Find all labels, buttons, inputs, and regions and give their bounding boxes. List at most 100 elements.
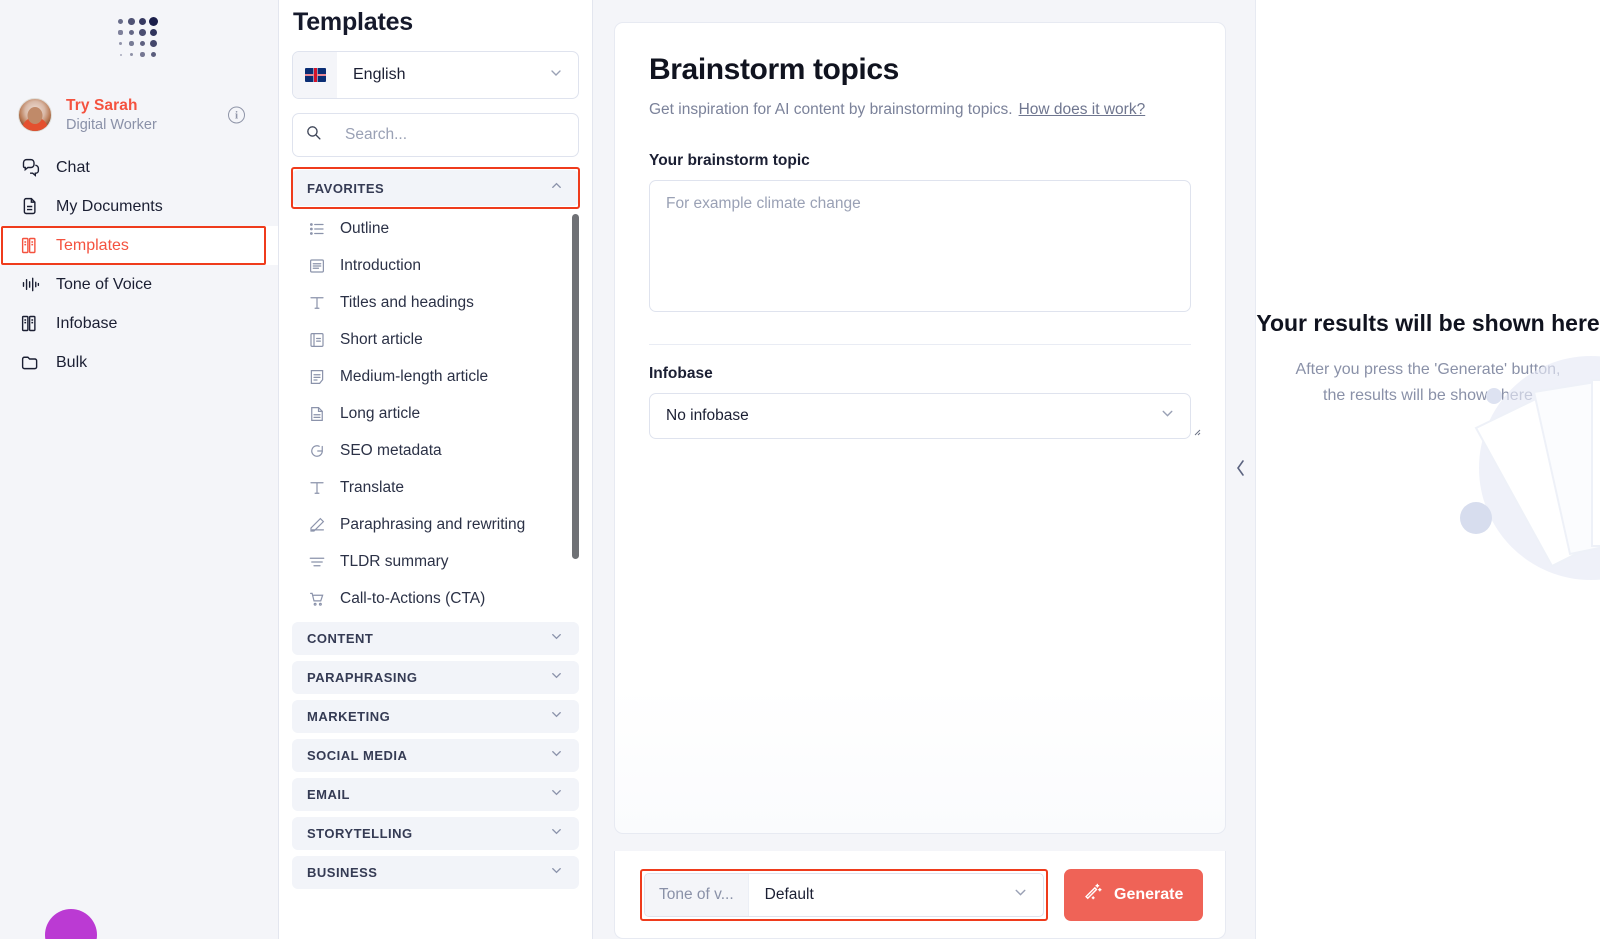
chevron-down-icon bbox=[549, 863, 564, 883]
how-does-it-work-link[interactable]: How does it work? bbox=[1019, 101, 1146, 118]
user-role: Digital Worker bbox=[66, 117, 157, 134]
seo-circle-icon bbox=[306, 442, 328, 460]
category-paraphrasing[interactable]: PARAPHRASING bbox=[292, 661, 579, 694]
page-subtitle: Get inspiration for AI content by brains… bbox=[649, 101, 1191, 119]
category-email[interactable]: EMAIL bbox=[292, 778, 579, 811]
action-bar: Tone of v... Default Generate bbox=[614, 851, 1226, 939]
chevron-down-icon bbox=[549, 668, 564, 688]
info-icon[interactable]: i bbox=[228, 106, 245, 124]
chevron-down-icon bbox=[549, 746, 564, 766]
tone-of-voice-prefix: Tone of v... bbox=[645, 873, 749, 916]
pencil-icon bbox=[306, 516, 328, 534]
tone-of-voice-value: Default bbox=[764, 885, 814, 903]
category-label: MARKETING bbox=[307, 709, 391, 724]
category-social-media[interactable]: SOCIAL MEDIA bbox=[292, 739, 579, 772]
main-content: Brainstorm topics Get inspiration for AI… bbox=[593, 0, 1600, 939]
list-item[interactable]: Outline bbox=[292, 210, 579, 247]
list-item-label: Translate bbox=[340, 478, 405, 496]
chevron-left-icon bbox=[1234, 457, 1248, 483]
sidebar-nav: Chat My Documents Templates Tone of Voic… bbox=[0, 148, 278, 382]
category-label: STORYTELLING bbox=[307, 826, 413, 841]
topic-field-label: Your brainstorm topic bbox=[649, 152, 810, 169]
sidebar-item-templates[interactable]: Templates bbox=[0, 226, 278, 265]
language-selector[interactable]: English bbox=[292, 51, 579, 99]
sidebar-item-label: Infobase bbox=[56, 314, 118, 332]
chevron-down-icon bbox=[549, 785, 564, 805]
shopping-cart-icon bbox=[306, 590, 328, 608]
list-item-label: TLDR summary bbox=[340, 552, 449, 570]
results-panel: Your results will be shown here After yo… bbox=[1227, 0, 1600, 939]
search-box[interactable] bbox=[292, 113, 579, 157]
chevron-down-icon bbox=[548, 65, 564, 86]
chat-bubbles-icon bbox=[18, 157, 42, 178]
documents-icon bbox=[18, 196, 42, 217]
sidebar-item-bulk[interactable]: Bulk bbox=[0, 343, 278, 382]
list-item[interactable]: TLDR summary bbox=[292, 543, 579, 580]
user-profile[interactable]: Try Sarah Digital Worker i bbox=[0, 88, 278, 142]
text-t-icon bbox=[306, 479, 328, 497]
infobase-select[interactable]: No infobase bbox=[649, 393, 1191, 439]
page-subtitle-text: Get inspiration for AI content by brains… bbox=[649, 101, 1013, 118]
sidebar-item-chat[interactable]: Chat bbox=[0, 148, 278, 187]
paragraph-box-icon bbox=[306, 257, 328, 275]
tone-of-voice-select[interactable]: Tone of v... Default bbox=[644, 872, 1044, 917]
generate-button[interactable]: Generate bbox=[1064, 868, 1204, 921]
chevron-down-icon bbox=[549, 707, 564, 727]
sidebar-item-my-documents[interactable]: My Documents bbox=[0, 187, 278, 226]
category-label: CONTENT bbox=[307, 631, 374, 646]
category-label: SOCIAL MEDIA bbox=[307, 748, 408, 763]
category-storytelling[interactable]: STORYTELLING bbox=[292, 817, 579, 850]
support-chat-widget[interactable] bbox=[45, 909, 97, 939]
category-label: BUSINESS bbox=[307, 865, 378, 880]
category-content[interactable]: CONTENT bbox=[292, 622, 579, 655]
chevron-up-icon bbox=[549, 178, 564, 198]
favorites-label: FAVORITES bbox=[307, 180, 385, 196]
category-label: PARAPHRASING bbox=[307, 670, 418, 685]
waveform-icon bbox=[18, 274, 42, 295]
folder-icon bbox=[18, 352, 42, 373]
list-item-label: SEO metadata bbox=[340, 441, 442, 459]
search-input[interactable] bbox=[345, 126, 566, 144]
app-logo[interactable] bbox=[0, 0, 278, 76]
user-name: Try Sarah bbox=[66, 96, 138, 114]
sidebar-item-label: Tone of Voice bbox=[56, 275, 153, 293]
language-value: English bbox=[353, 66, 406, 83]
sidebar-item-label: Templates bbox=[56, 236, 129, 254]
chevron-down-icon bbox=[549, 629, 564, 649]
brainstorm-topic-input[interactable] bbox=[649, 180, 1191, 312]
generate-button-label: Generate bbox=[1114, 885, 1184, 903]
chevron-down-icon bbox=[1012, 884, 1029, 906]
sidebar-item-label: My Documents bbox=[56, 197, 163, 215]
list-item[interactable]: Translate bbox=[292, 469, 579, 506]
category-business[interactable]: BUSINESS bbox=[292, 856, 579, 889]
page-title: Brainstorm topics bbox=[649, 53, 899, 86]
list-item[interactable]: Short article bbox=[292, 321, 579, 358]
templates-scrollbar[interactable] bbox=[572, 214, 579, 559]
sidebar-item-infobase[interactable]: Infobase bbox=[0, 304, 278, 343]
infobase-field-label: Infobase bbox=[649, 365, 713, 382]
category-list: CONTENT PARAPHRASING MARKETING SOCIAL ME… bbox=[292, 622, 579, 889]
list-item-label: Medium-length article bbox=[340, 367, 489, 385]
list-item[interactable]: Medium-length article bbox=[292, 358, 579, 395]
category-marketing[interactable]: MARKETING bbox=[292, 700, 579, 733]
sidebar-item-tone-of-voice[interactable]: Tone of Voice bbox=[0, 265, 278, 304]
text-t-icon bbox=[306, 294, 328, 312]
form-column: Brainstorm topics Get inspiration for AI… bbox=[593, 0, 1227, 939]
list-item[interactable]: Titles and headings bbox=[292, 284, 579, 321]
favorites-section-header[interactable]: FAVORITES bbox=[291, 167, 580, 209]
list-item[interactable]: Call-to-Actions (CTA) bbox=[292, 580, 579, 616]
tone-of-voice-wrapper: Tone of v... Default bbox=[640, 868, 1048, 921]
avatar bbox=[18, 98, 52, 132]
list-item[interactable]: Introduction bbox=[292, 247, 579, 284]
summary-lines-icon bbox=[306, 553, 328, 571]
list-item[interactable]: Paraphrasing and rewriting bbox=[292, 506, 579, 543]
list-item[interactable]: SEO metadata bbox=[292, 432, 579, 469]
left-sidebar: Try Sarah Digital Worker i Chat My Docum… bbox=[0, 0, 279, 939]
favorites-template-list: Outline Introduction Titles and headings bbox=[292, 210, 579, 616]
list-item[interactable]: Long article bbox=[292, 395, 579, 432]
results-placeholder: Your results will be shown here After yo… bbox=[1256, 0, 1600, 939]
collapse-panel-button[interactable] bbox=[1227, 0, 1256, 939]
search-icon bbox=[305, 124, 322, 146]
dot-grid-logo-icon bbox=[116, 17, 162, 59]
books-icon bbox=[18, 313, 42, 334]
